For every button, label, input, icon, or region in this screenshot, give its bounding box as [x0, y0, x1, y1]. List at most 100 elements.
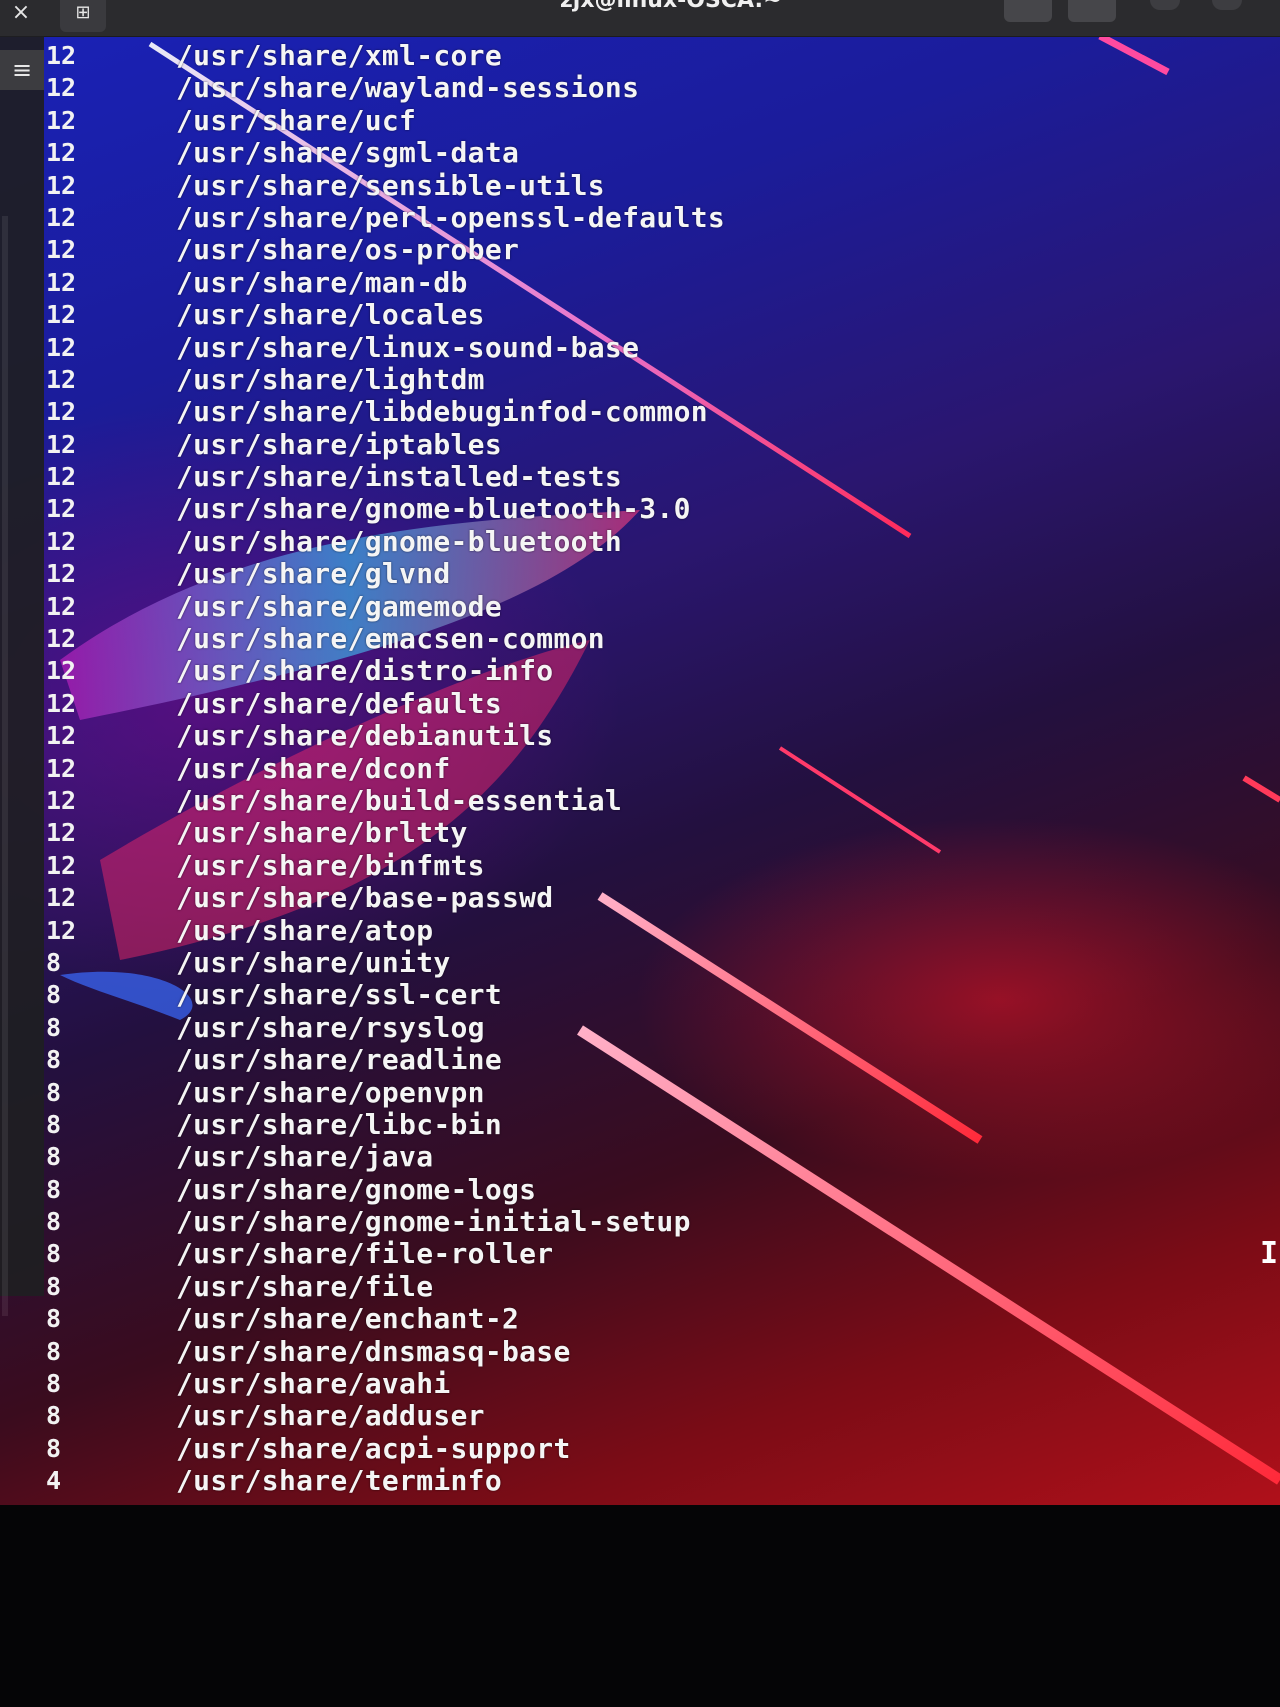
disk-usage-size: 12 [46, 235, 77, 265]
directory-path: /usr/share/debianutils [176, 719, 554, 753]
directory-path: /usr/share/enchant-2 [176, 1302, 520, 1336]
terminal-line: 12/usr/share/iptables [46, 428, 1246, 461]
terminal-line: 12/usr/share/xml-core [46, 40, 1246, 72]
terminal-line: 12/usr/share/glvnd [46, 558, 1246, 590]
directory-path: /usr/share/emacsen-common [176, 622, 605, 656]
directory-path: /usr/share/defaults [176, 686, 502, 720]
scrollbar[interactable] [2, 216, 8, 1316]
terminal-line: 12/usr/share/ucf [46, 103, 1246, 137]
terminal-line: 8/usr/share/java [46, 1141, 1246, 1173]
directory-path: /usr/share/sgml-data [176, 136, 520, 170]
terminal-line: 8/usr/share/enchant-2 [46, 1303, 1246, 1335]
directory-path: /usr/share/rsyslog [176, 1010, 485, 1044]
terminal-line: 12/usr/share/man-db [46, 266, 1246, 299]
directory-path: /usr/share/ucf [176, 103, 417, 137]
window-title: zjx@linux-OSCA:~ [560, 0, 782, 13]
terminal-line: 12/usr/share/build-essential [46, 783, 1246, 817]
terminal-line: 8/usr/share/gnome-initial-setup [46, 1206, 1246, 1238]
disk-usage-size: 12 [46, 462, 77, 492]
directory-path: /usr/share/glvnd [176, 557, 451, 591]
directory-path: /usr/share/brltty [176, 816, 468, 850]
terminal-line: 8/usr/share/adduser [46, 1400, 1246, 1432]
directory-path: /usr/share/libdebuginfod-common [176, 395, 708, 429]
directory-path: /usr/share/build-essential [176, 783, 623, 817]
disk-usage-size: 12 [46, 559, 77, 589]
directory-path: /usr/share/terminfo [176, 1464, 502, 1498]
directory-path: /usr/share/perl-openssl-defaults [176, 200, 726, 234]
disk-usage-size: 8 [46, 1142, 62, 1172]
terminal-output[interactable]: 12/usr/share/xml-core 12/usr/share/waylan… [46, 40, 1246, 1498]
terminal-line: 8/usr/share/dnsmasq-base [46, 1334, 1246, 1368]
disk-usage-size: 12 [46, 753, 77, 783]
disk-usage-size: 8 [46, 1174, 62, 1204]
directory-path: /usr/share/adduser [176, 1399, 485, 1433]
disk-usage-size: 8 [46, 1304, 62, 1334]
disk-usage-size: 8 [46, 1336, 62, 1366]
terminal-line: 8/usr/share/unity [46, 946, 1246, 979]
disk-usage-size: 12 [46, 656, 77, 686]
terminal-line: 12/usr/share/brltty [46, 817, 1246, 849]
disk-usage-size: 12 [46, 721, 77, 751]
disk-usage-size: 12 [46, 332, 77, 362]
disk-usage-size: 8 [46, 1239, 62, 1269]
directory-path: /usr/share/linux-sound-base [176, 330, 640, 364]
disk-usage-size: 8 [46, 1045, 62, 1075]
disk-usage-size: 8 [46, 980, 62, 1010]
terminal-line: 12/usr/share/atop [46, 914, 1246, 947]
disk-usage-size: 12 [46, 591, 77, 621]
hamburger-menu-icon[interactable]: ≡ [0, 50, 44, 90]
directory-path: /usr/share/gnome-bluetooth-3.0 [176, 492, 691, 526]
directory-path: /usr/share/dconf [176, 751, 451, 785]
terminal-line: 8/usr/share/file-roller [46, 1238, 1246, 1270]
terminal-line: 4/usr/share/terminfo [46, 1465, 1246, 1497]
disk-usage-size: 12 [46, 300, 77, 330]
disk-usage-size: 12 [46, 850, 77, 880]
menu-button[interactable] [1068, 0, 1116, 22]
directory-path: /usr/share/binfmts [176, 848, 485, 882]
directory-path: /usr/share/avahi [176, 1367, 451, 1401]
search-button[interactable] [1004, 0, 1052, 22]
disk-usage-size: 12 [46, 364, 77, 394]
directory-path: /usr/share/readline [176, 1043, 502, 1077]
terminal-line: 8/usr/share/ssl-cert [46, 979, 1246, 1011]
terminal-line: 8/usr/share/readline [46, 1044, 1246, 1076]
minimize-button[interactable] [1150, 0, 1180, 10]
disk-usage-size: 8 [46, 1077, 62, 1107]
disk-usage-size: 8 [46, 1109, 62, 1139]
disk-usage-size: 12 [46, 785, 77, 815]
side-panel: ≡ [0, 36, 44, 1316]
maximize-button[interactable] [1212, 0, 1242, 10]
directory-path: /usr/share/acpi-support [176, 1431, 571, 1465]
directory-path: /usr/share/sensible-utils [176, 168, 605, 202]
directory-path: /usr/share/dnsmasq-base [176, 1334, 571, 1368]
directory-path: /usr/share/gnome-logs [176, 1172, 537, 1206]
directory-path: /usr/share/ssl-cert [176, 978, 502, 1012]
terminal-line: 12/usr/share/linux-sound-base [46, 330, 1246, 364]
directory-path: /usr/share/libc-bin [176, 1107, 502, 1141]
terminal-line: 8/usr/share/openvpn [46, 1076, 1246, 1109]
disk-usage-size: 12 [46, 202, 77, 232]
disk-usage-size: 12 [46, 170, 77, 200]
directory-path: /usr/share/gnome-bluetooth [176, 524, 623, 558]
disk-usage-size: 12 [46, 105, 77, 135]
terminal-line: 8/usr/share/avahi [46, 1368, 1246, 1400]
terminal-line: 8/usr/share/acpi-support [46, 1431, 1246, 1465]
terminal-line: 12/usr/share/locales [46, 299, 1246, 331]
mouse-ibeam-cursor: I [1260, 1236, 1279, 1271]
terminal-line: 12/usr/share/defaults [46, 686, 1246, 720]
directory-path: /usr/share/gnome-initial-setup [176, 1205, 691, 1239]
terminal-line: 12/usr/share/installed-tests [46, 461, 1246, 493]
terminal-line: 12/usr/share/debianutils [46, 720, 1246, 752]
directory-path: /usr/share/distro-info [176, 654, 554, 688]
new-tab-button[interactable]: ⊞ [60, 0, 106, 32]
terminal-line: 12/usr/share/binfmts [46, 848, 1246, 882]
terminal-line: 8/usr/share/file [46, 1270, 1246, 1303]
directory-path: /usr/share/lightdm [176, 362, 485, 396]
monitor-bezel [0, 1505, 1280, 1707]
neon-line [1242, 775, 1280, 803]
disk-usage-size: 12 [46, 494, 77, 524]
disk-usage-size: 12 [46, 73, 77, 103]
directory-path: /usr/share/os-prober [176, 233, 520, 267]
disk-usage-size: 8 [46, 947, 62, 977]
close-window-button[interactable]: × [4, 0, 38, 28]
